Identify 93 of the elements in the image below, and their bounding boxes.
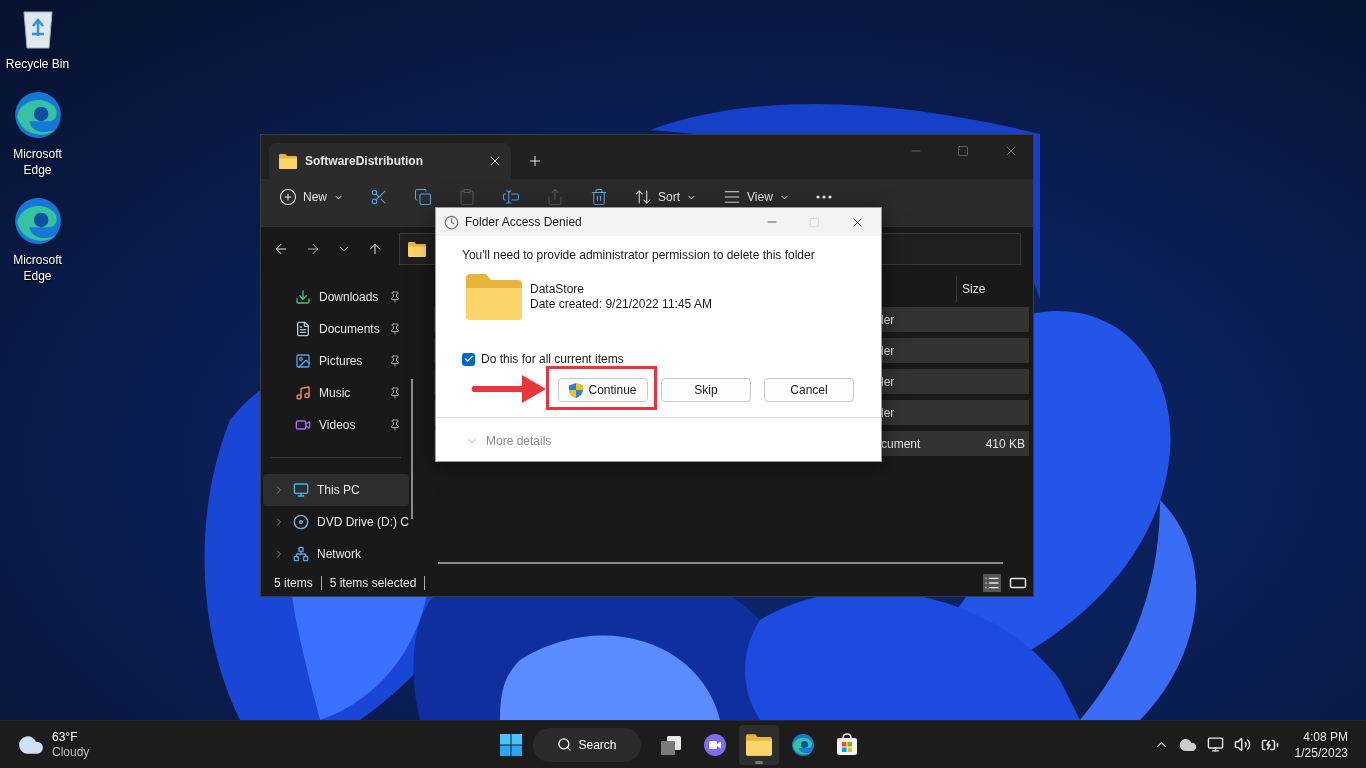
- search-icon: [557, 737, 573, 752]
- dialog-title: Folder Access Denied: [465, 214, 583, 231]
- network-icon[interactable]: [1206, 736, 1224, 753]
- paste-icon: [458, 188, 476, 206]
- cut-icon: [370, 188, 388, 206]
- share-icon: [546, 188, 564, 206]
- table-cell-text: ler: [881, 404, 896, 422]
- trash-icon: [590, 188, 608, 206]
- status-text: 5 items selected: [329, 575, 417, 592]
- sidebar-item[interactable]: DVD Drive (D:) C: [263, 506, 409, 538]
- maximize-icon[interactable]: [957, 145, 969, 157]
- toolbar-button[interactable]: [370, 188, 388, 206]
- dialog-button[interactable]: Continue: [558, 378, 648, 402]
- sidebar-item[interactable]: Documents: [261, 313, 411, 345]
- desktop-icon-label[interactable]: Microsoft Edge: [2, 252, 73, 284]
- dialog-button[interactable]: Skip: [661, 378, 751, 402]
- horizontal-scrollbar[interactable]: [438, 562, 1003, 564]
- volume-icon[interactable]: [1233, 736, 1251, 753]
- status-text: 5 items: [274, 575, 313, 592]
- sidebar-item[interactable]: Videos: [261, 409, 411, 441]
- folder-icon: [466, 274, 522, 320]
- table-cell-text: ler: [881, 373, 896, 391]
- maximize-icon: [809, 216, 820, 228]
- sidebar-item[interactable]: Music: [261, 377, 411, 409]
- sidebar-item[interactable]: Network: [263, 538, 409, 570]
- plus-circle-icon: [279, 188, 297, 206]
- view-icon: [723, 188, 742, 206]
- pin-icon: [389, 323, 401, 335]
- shield-icon: [569, 382, 584, 398]
- forward-icon[interactable]: [305, 241, 321, 257]
- active-indicator: [755, 760, 763, 764]
- desktop-icon-label[interactable]: Microsoft Edge: [2, 146, 73, 178]
- store-bag-icon: [835, 732, 859, 757]
- folder-icon: [279, 153, 297, 169]
- pin-icon: [389, 387, 401, 399]
- toolbar-button[interactable]: [502, 188, 520, 206]
- monitor-icon: [293, 482, 309, 498]
- video-chat-icon: [703, 732, 727, 757]
- picture-icon: [295, 353, 311, 369]
- item-date: Date created: 9/21/2022 11:45 AM: [530, 297, 712, 312]
- desktop-icon-label[interactable]: Recycle Bin: [2, 56, 73, 72]
- table-cell-text: cument: [881, 435, 922, 453]
- sidebar-item[interactable]: Downloads: [261, 281, 411, 313]
- dialog-button[interactable]: Cancel: [764, 378, 854, 402]
- dialog-message: You'll need to provide administrator permission to delete this folder: [462, 247, 816, 264]
- start-icon[interactable]: [499, 732, 523, 757]
- weather-temperature: 63°F: [52, 729, 79, 745]
- edge-logo-icon: [791, 732, 815, 757]
- toolbar-button[interactable]: [590, 188, 608, 206]
- sidebar-item[interactable]: Pictures: [261, 345, 411, 377]
- item-name: DataStore: [530, 282, 586, 297]
- clock-icon: [444, 214, 459, 230]
- details-view-icon[interactable]: [983, 574, 1001, 592]
- clock[interactable]: 4:08 PM 1/25/2023: [1294, 728, 1348, 761]
- weather-condition: Cloudy: [52, 744, 90, 760]
- toolbar-button[interactable]: Sort: [634, 188, 698, 206]
- network-icon: [293, 546, 309, 562]
- disc-icon: [293, 514, 309, 530]
- rename-icon: [502, 188, 520, 206]
- search-button[interactable]: Search: [533, 727, 641, 762]
- copy-icon: [414, 188, 432, 206]
- pin-icon: [389, 419, 401, 431]
- download-icon: [295, 289, 311, 305]
- column-header[interactable]: Size: [957, 280, 986, 298]
- new-tab-icon[interactable]: [527, 153, 543, 169]
- back-icon[interactable]: [273, 241, 289, 257]
- toolbar-button[interactable]: [414, 188, 432, 206]
- scrollbar[interactable]: [411, 379, 413, 519]
- table-cell-text: ler: [881, 342, 896, 360]
- sidebar-item[interactable]: This PC: [263, 474, 409, 506]
- up-icon[interactable]: [367, 241, 383, 257]
- music-icon: [295, 385, 311, 401]
- sort-icon: [634, 188, 652, 206]
- document-icon: [295, 321, 311, 337]
- edge-logo-icon: [12, 90, 63, 140]
- checkbox[interactable]: [462, 352, 475, 366]
- taskbar-app[interactable]: [739, 724, 779, 765]
- pin-icon: [389, 355, 401, 367]
- toolbar-button[interactable]: New: [279, 188, 344, 206]
- edge-logo-icon: [12, 196, 63, 246]
- video-icon: [295, 417, 311, 433]
- toolbar-button[interactable]: View: [723, 188, 790, 206]
- folder-icon: [408, 241, 426, 257]
- more-icon: [815, 195, 832, 199]
- folder-icon: [746, 733, 772, 756]
- table-cell-text: ler: [881, 311, 896, 329]
- pin-icon: [389, 291, 401, 303]
- check-icon: [463, 354, 474, 364]
- more-details-link[interactable]: More details: [486, 432, 552, 450]
- tab-title: SoftwareDistribution: [305, 153, 424, 170]
- window-tab[interactable]: SoftwareDistribution: [269, 143, 511, 179]
- table-cell-text: 410 KB: [985, 435, 1026, 453]
- checkbox-label[interactable]: Do this for all current items: [462, 350, 871, 368]
